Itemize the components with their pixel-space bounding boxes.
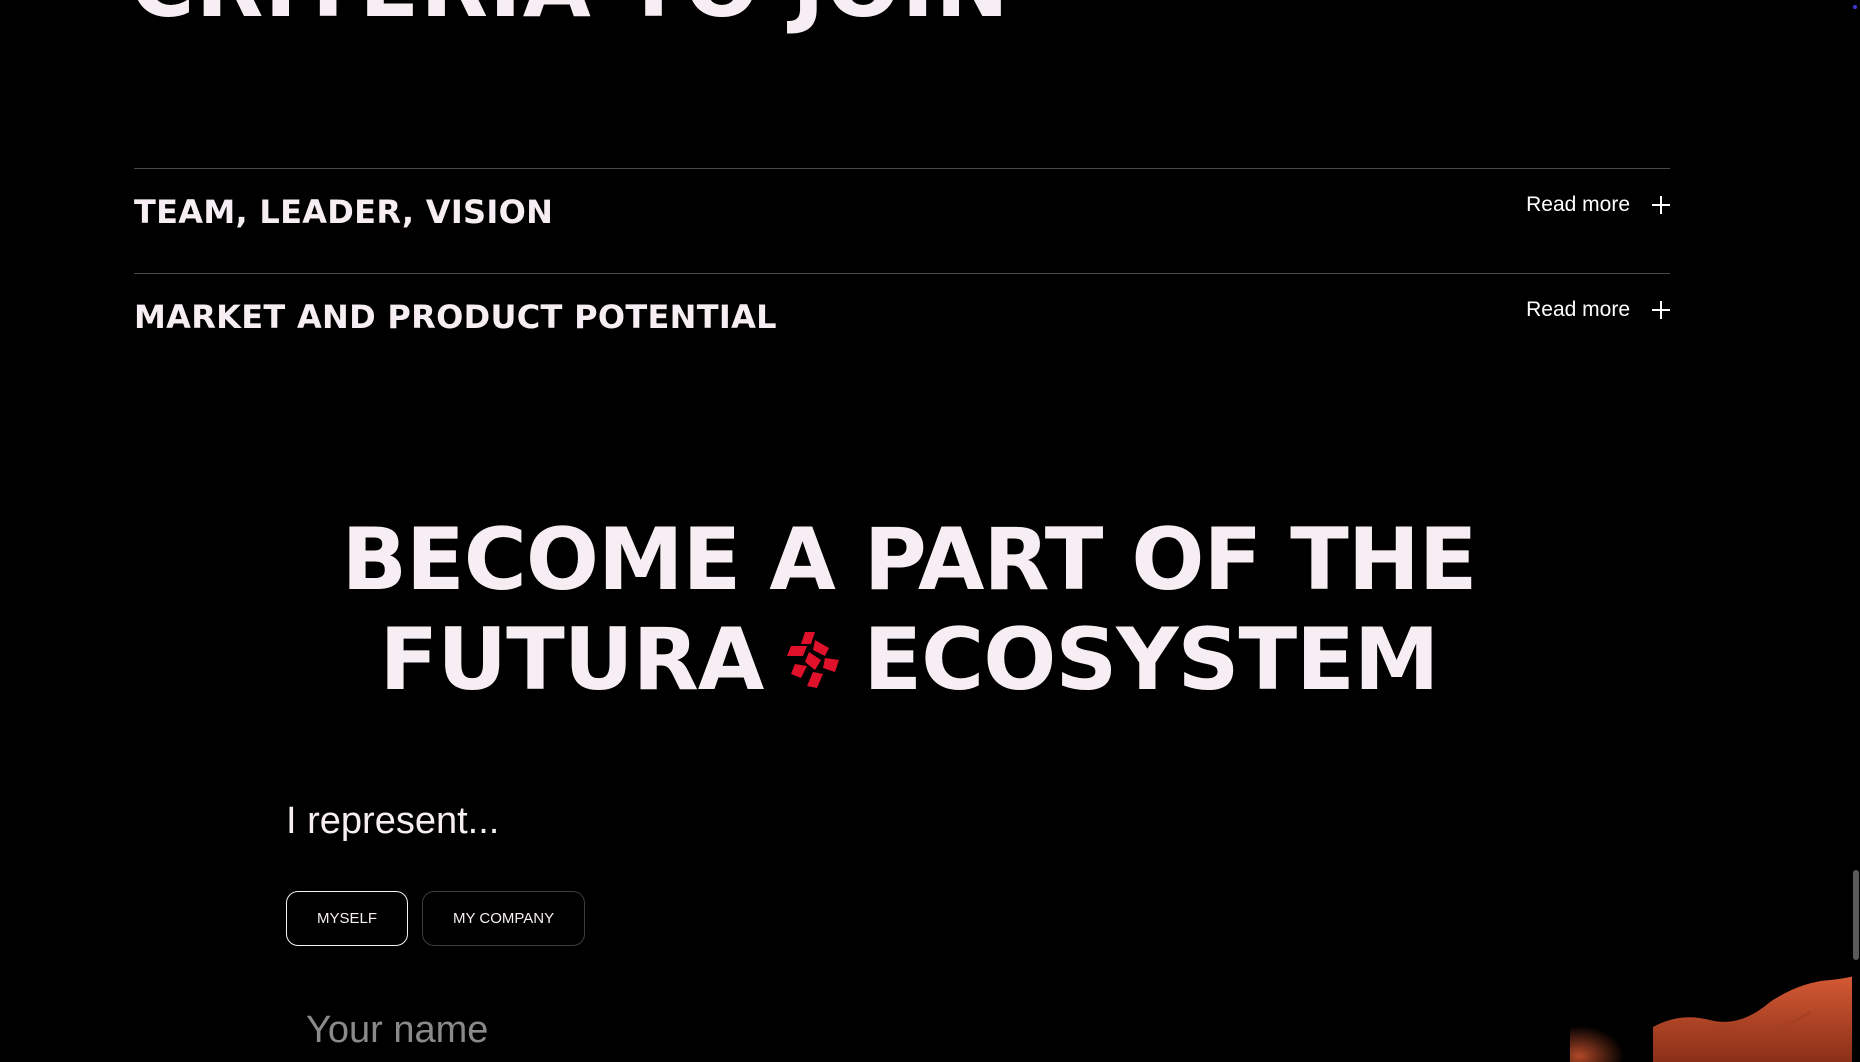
criteria-heading: CRITERIA TO JOIN xyxy=(130,0,1010,30)
accordion-item-team[interactable]: TEAM, LEADER, VISION Read more xyxy=(134,168,1670,273)
cta-heading-line-2: FUTURA ECOSYSTEM xyxy=(0,610,1818,710)
represent-label: I represent... xyxy=(286,800,500,842)
read-more-label: Read more xyxy=(1526,193,1630,216)
read-more-label: Read more xyxy=(1526,298,1630,321)
scroll-indicator-dot xyxy=(1853,5,1857,9)
terrain-decoration xyxy=(1570,972,1860,1062)
name-input[interactable] xyxy=(286,1000,1186,1060)
futura-logo-icon xyxy=(787,631,840,688)
plus-icon[interactable] xyxy=(1652,301,1670,319)
cta-heading-line-1: BECOME A PART OF THE xyxy=(341,510,1477,610)
criteria-accordion: TEAM, LEADER, VISION Read more MARKET AN… xyxy=(134,168,1670,378)
represent-choice-group: MYSELF MY COMPANY xyxy=(286,891,586,946)
cta-heading-futura: FUTURA xyxy=(379,610,765,710)
cta-heading: BECOME A PART OF THE FUTURA ECOSYSTEM xyxy=(0,510,1818,710)
option-myself-button[interactable]: MYSELF xyxy=(286,891,409,946)
accordion-title: MARKET AND PRODUCT POTENTIAL xyxy=(134,298,777,336)
cta-heading-ecosystem: ECOSYSTEM xyxy=(863,610,1439,710)
accordion-title: TEAM, LEADER, VISION xyxy=(134,193,554,231)
plus-icon[interactable] xyxy=(1652,196,1670,214)
read-more-button[interactable]: Read more xyxy=(1526,193,1670,217)
page-scrollbar[interactable] xyxy=(1852,0,1860,1062)
scrollbar-thumb[interactable] xyxy=(1853,870,1859,960)
page: CRITERIA TO JOIN TEAM, LEADER, VISION Re… xyxy=(0,0,1860,1062)
read-more-button[interactable]: Read more xyxy=(1526,298,1670,322)
option-my-company-button[interactable]: MY COMPANY xyxy=(422,891,586,946)
accordion-item-market[interactable]: MARKET AND PRODUCT POTENTIAL Read more xyxy=(134,273,1670,378)
